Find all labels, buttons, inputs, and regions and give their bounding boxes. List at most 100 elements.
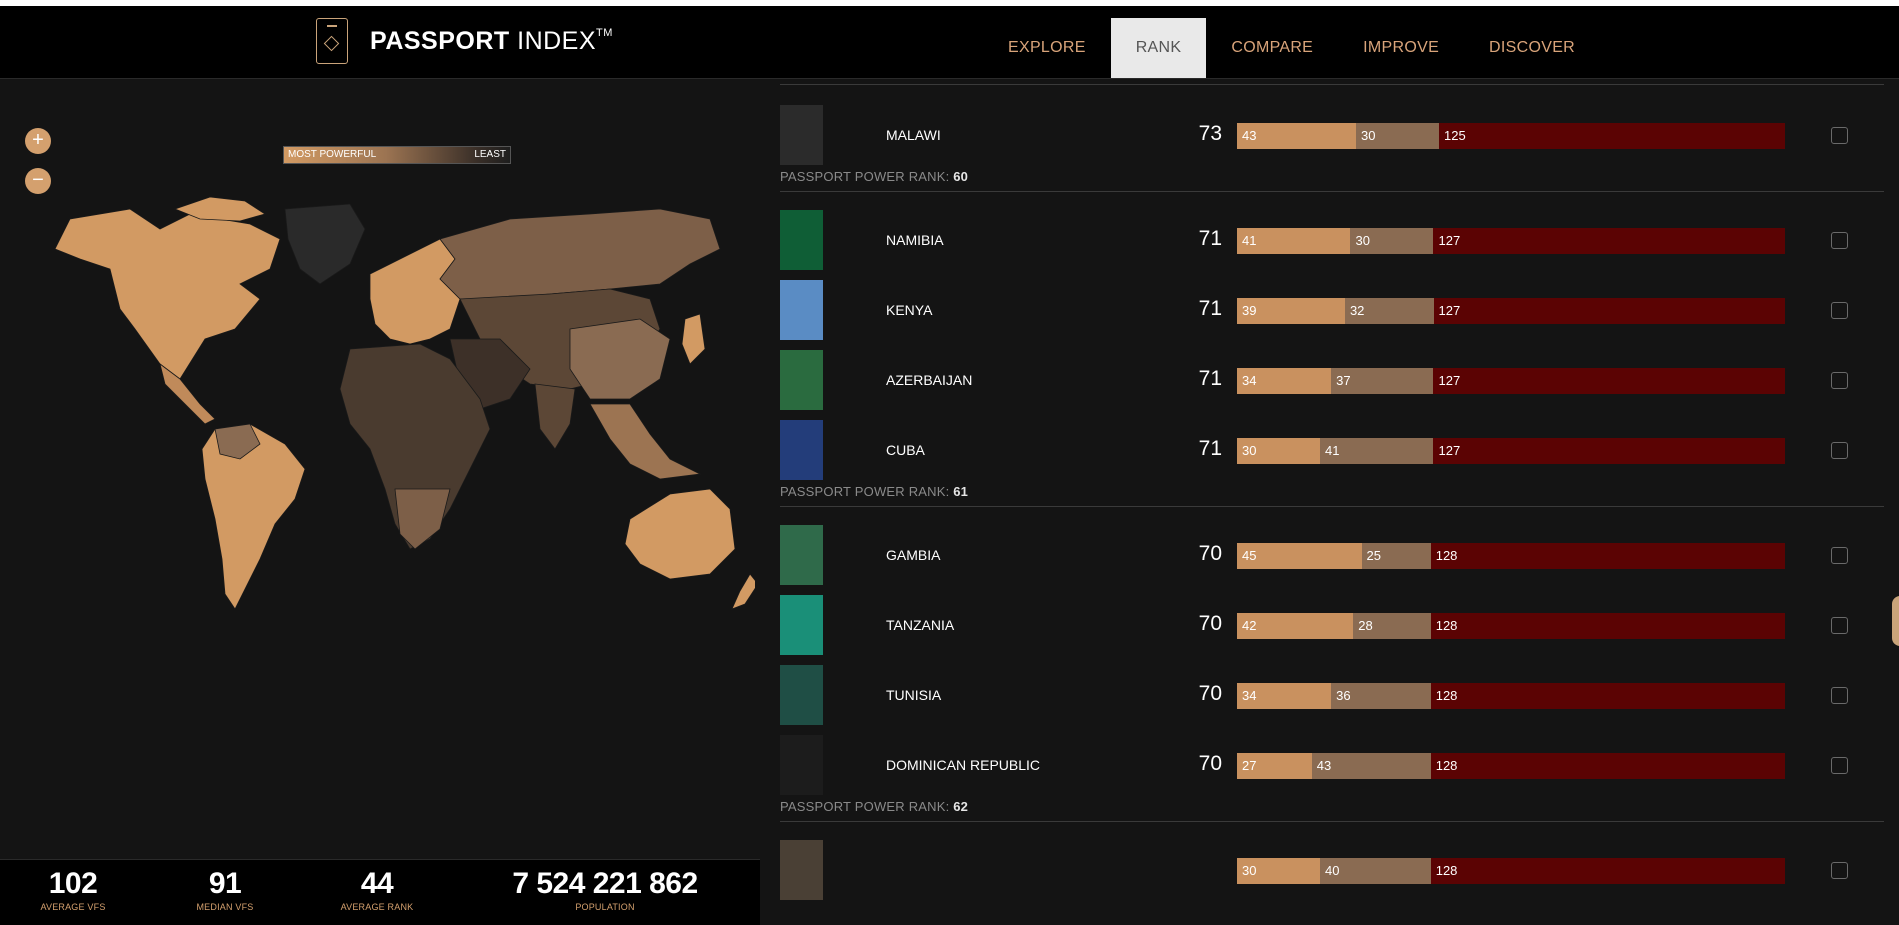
country-row[interactable]: DOMINICAN REPUBLIC 70 27 43 128 (780, 735, 1884, 795)
compare-checkbox[interactable] (1831, 757, 1848, 774)
rank-number: 61 (953, 484, 969, 499)
passport-cover-image[interactable] (780, 210, 823, 270)
country-name[interactable]: DOMINICAN REPUBLIC (886, 757, 1040, 773)
passport-cover-image[interactable] (780, 350, 823, 410)
visa-breakdown-bar[interactable]: 27 43 128 (1237, 753, 1785, 779)
nav-tab-discover[interactable]: DISCOVER (1464, 18, 1600, 78)
mobility-score: 70 (1198, 542, 1222, 565)
stat-value: 44 (360, 867, 394, 900)
bar-segment-voa: 40 (1320, 858, 1431, 884)
nav-tab-explore[interactable]: EXPLORE (983, 18, 1111, 78)
compare-checkbox[interactable] (1831, 232, 1848, 249)
stat-label: POPULATION (575, 902, 635, 912)
stat-label: AVERAGE VFS (40, 902, 106, 912)
bar-segment-voa: 25 (1361, 543, 1431, 569)
map-africa-south[interactable] (394, 488, 451, 550)
stat-value: 7 524 221 862 (512, 867, 698, 900)
list-separator (780, 84, 1884, 85)
visa-breakdown-bar[interactable]: 30 41 127 (1237, 438, 1785, 464)
map-india[interactable] (534, 383, 576, 450)
bar-segment-vf: 30 (1237, 858, 1321, 884)
country-row[interactable]: TANZANIA 70 42 28 128 (780, 595, 1884, 655)
stat-label: AVERAGE RANK (340, 902, 414, 912)
country-name[interactable]: GAMBIA (886, 547, 940, 563)
mobility-score: 70 (1198, 612, 1222, 635)
legend-least-label: LEAST (474, 149, 506, 160)
legend-most-label: MOST POWERFUL (288, 149, 377, 160)
bar-segment-vr: 125 (1439, 123, 1785, 149)
visa-breakdown-bar[interactable]: 34 37 127 (1237, 368, 1785, 394)
compare-checkbox[interactable] (1831, 617, 1848, 634)
rank-prefix: PASSPORT POWER RANK: (780, 799, 950, 814)
bar-segment-vf: 43 (1237, 123, 1356, 149)
nav-tab-rank[interactable]: RANK (1110, 18, 1207, 78)
map-central-america[interactable] (159, 363, 216, 425)
bar-segment-vr: 128 (1430, 858, 1785, 884)
country-name[interactable]: CUBA (886, 442, 925, 458)
compare-checkbox[interactable] (1831, 372, 1848, 389)
bar-segment-vr: 128 (1430, 753, 1785, 779)
passport-cover-image[interactable] (780, 280, 823, 340)
country-name[interactable]: TUNISIA (886, 687, 941, 703)
map-south-america[interactable] (201, 423, 306, 610)
nav-tab-compare[interactable]: COMPARE (1206, 18, 1338, 78)
scroll-handle[interactable] (1892, 596, 1899, 646)
main-nav: EXPLORE RANK COMPARE IMPROVE DISCOVER (983, 18, 1600, 78)
bar-segment-vf: 41 (1237, 228, 1351, 254)
stat-median-vfs: 91 MEDIAN VFS (190, 868, 260, 913)
compare-checkbox[interactable] (1831, 302, 1848, 319)
nav-tab-improve[interactable]: IMPROVE (1338, 18, 1464, 78)
map-china[interactable] (569, 318, 671, 400)
country-row[interactable]: AZERBAIJAN 71 34 37 127 (780, 350, 1884, 410)
passport-cover-image[interactable] (780, 105, 823, 165)
country-row[interactable]: MALAWI 73 43 30 125 (780, 105, 1884, 165)
passport-cover-image[interactable] (780, 525, 823, 585)
logo[interactable]: PASSPORT INDEXTM (316, 18, 613, 64)
bar-segment-voa: 37 (1331, 368, 1434, 394)
map-russia[interactable] (439, 208, 721, 300)
map-new-zealand[interactable] (731, 573, 755, 610)
visa-breakdown-bar[interactable]: 30 40 128 (1237, 858, 1785, 884)
country-name[interactable]: TANZANIA (886, 617, 954, 633)
passport-cover-image[interactable] (780, 420, 823, 480)
visa-breakdown-bar[interactable]: 42 28 128 (1237, 613, 1785, 639)
map-southeast-asia[interactable] (589, 403, 702, 480)
visa-breakdown-bar[interactable]: 43 30 125 (1237, 123, 1785, 149)
compare-checkbox[interactable] (1831, 127, 1848, 144)
country-name[interactable]: KENYA (886, 302, 932, 318)
passport-cover-image[interactable] (780, 665, 823, 725)
map-north-america[interactable] (54, 208, 281, 380)
map-europe[interactable] (369, 238, 461, 345)
map-greenland[interactable] (284, 203, 366, 285)
visa-breakdown-bar[interactable]: 45 25 128 (1237, 543, 1785, 569)
compare-checkbox[interactable] (1831, 687, 1848, 704)
country-row[interactable]: CUBA 71 30 41 127 (780, 420, 1884, 480)
map-australia[interactable] (624, 488, 736, 580)
visa-breakdown-bar[interactable]: 34 36 128 (1237, 683, 1785, 709)
country-name[interactable]: NAMIBIA (886, 232, 944, 248)
bar-segment-voa: 32 (1344, 298, 1434, 324)
zoom-in-button[interactable]: + (25, 128, 51, 154)
visa-breakdown-bar[interactable]: 41 30 127 (1237, 228, 1785, 254)
country-row[interactable]: TUNISIA 70 34 36 128 (780, 665, 1884, 725)
compare-checkbox[interactable] (1831, 547, 1848, 564)
mobility-score: 71 (1198, 437, 1222, 460)
country-row[interactable]: KENYA 71 39 32 127 (780, 280, 1884, 340)
country-row[interactable]: 30 40 128 (780, 840, 1884, 900)
rank-list: MALAWI 73 43 30 125 PASSPORT POWER RANK: 60 NA… (780, 79, 1884, 924)
passport-cover-image[interactable] (780, 595, 823, 655)
visa-breakdown-bar[interactable]: 39 32 127 (1237, 298, 1785, 324)
compare-checkbox[interactable] (1831, 862, 1848, 879)
country-name[interactable]: MALAWI (886, 127, 941, 143)
bar-segment-vr: 128 (1430, 543, 1785, 569)
country-row[interactable]: NAMIBIA 71 41 30 127 (780, 210, 1884, 270)
compare-checkbox[interactable] (1831, 442, 1848, 459)
world-map[interactable] (10, 189, 755, 709)
map-japan[interactable] (681, 313, 706, 365)
country-row[interactable]: GAMBIA 70 45 25 128 (780, 525, 1884, 585)
bar-segment-vf: 34 (1237, 368, 1332, 394)
passport-cover-image[interactable] (780, 840, 823, 900)
passport-logo-icon (316, 18, 348, 64)
passport-cover-image[interactable] (780, 735, 823, 795)
country-name[interactable]: AZERBAIJAN (886, 372, 972, 388)
